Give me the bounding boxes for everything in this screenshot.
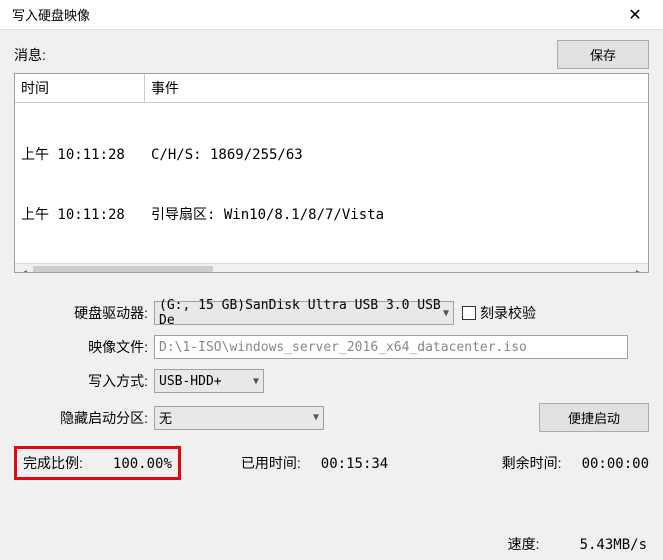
scroll-right-icon[interactable]: ► [630, 264, 648, 273]
checkbox-box-icon [462, 306, 476, 320]
speed-value: 5.43MB/s [580, 537, 647, 553]
percent-value: 100.00% [113, 456, 172, 472]
close-button[interactable]: ✕ [615, 0, 655, 30]
horizontal-scrollbar[interactable]: ◄ ► [15, 263, 648, 273]
elapsed-label: 已用时间: [241, 453, 301, 473]
scroll-thumb[interactable] [33, 266, 213, 273]
title-bar: 写入硬盘映像 ✕ [0, 0, 663, 30]
log-body: 上午 10:11:28C/H/S: 1869/255/63 上午 10:11:2… [15, 103, 648, 263]
drive-select[interactable]: (G:, 15 GB)SanDisk Ultra USB 3.0 USB De … [154, 301, 454, 325]
info-label: 消息: [14, 45, 557, 65]
log-row: 上午 10:11:28C/H/S: 1869/255/63 [15, 145, 648, 165]
col-header-event[interactable]: 事件 [145, 74, 648, 102]
verify-checkbox[interactable]: 刻录校验 [462, 303, 536, 323]
speed-label: 速度: [508, 534, 540, 554]
elapsed-value: 00:15:34 [321, 456, 388, 472]
write-method-select[interactable]: USB-HDD+ ▼ [154, 369, 264, 393]
chevron-down-icon: ▼ [443, 308, 449, 319]
image-label: 映像文件: [14, 337, 154, 357]
drive-label: 硬盘驱动器: [14, 303, 154, 323]
speed-status: 速度: 5.43MB/s [508, 534, 647, 554]
chevron-down-icon: ▼ [313, 412, 319, 423]
log-listview[interactable]: 时间 事件 上午 10:11:28C/H/S: 1869/255/63 上午 1… [14, 73, 649, 273]
window-title: 写入硬盘映像 [12, 5, 615, 24]
save-button[interactable]: 保存 [557, 40, 649, 69]
close-icon: ✕ [628, 5, 641, 25]
hidden-partition-select[interactable]: 无 ▼ [154, 406, 324, 430]
chevron-down-icon: ▼ [253, 376, 259, 387]
log-row: 上午 10:11:28引导扇区: Win10/8.1/8/7/Vista [15, 205, 648, 225]
remain-value: 00:00:00 [582, 456, 649, 472]
log-header: 时间 事件 [15, 74, 648, 103]
image-path-input[interactable] [154, 335, 628, 359]
percent-label: 完成比例: [23, 453, 83, 473]
remain-label: 剩余时间: [502, 453, 562, 473]
method-label: 写入方式: [14, 371, 154, 391]
hidden-part-label: 隐藏启动分区: [14, 408, 154, 428]
percent-highlight: 完成比例: 100.00% [14, 446, 181, 480]
scroll-left-icon[interactable]: ◄ [15, 264, 33, 273]
quick-boot-button[interactable]: 便捷启动 [539, 403, 649, 432]
col-header-time[interactable]: 时间 [15, 74, 145, 102]
